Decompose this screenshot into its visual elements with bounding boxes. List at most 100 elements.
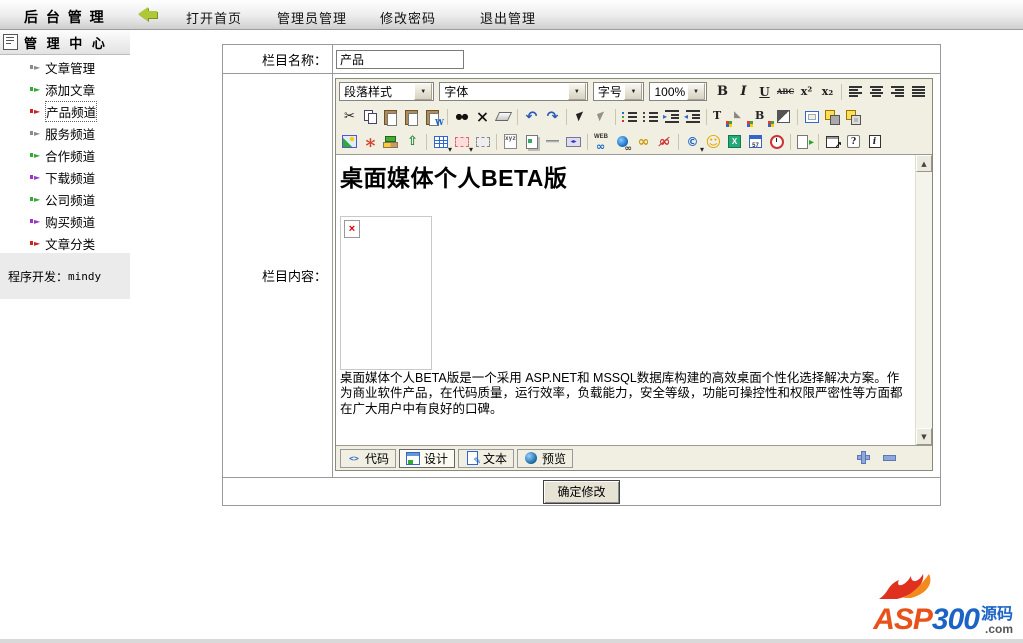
horizontal-rule-icon[interactable] xyxy=(542,133,563,151)
submit-button[interactable]: 确定修改 xyxy=(543,479,620,504)
column-name-row: 栏目名称： xyxy=(223,45,940,74)
insert-calendar-icon[interactable] xyxy=(745,133,766,151)
redo-icon[interactable] xyxy=(542,108,563,126)
insert-image-icon[interactable] xyxy=(339,133,360,151)
insert-document-icon[interactable] xyxy=(521,133,542,151)
superscript-icon[interactable] xyxy=(796,83,817,101)
copyright-icon[interactable] xyxy=(682,133,704,154)
toolbar-separator xyxy=(818,133,819,150)
insert-media-icon[interactable] xyxy=(381,133,402,151)
sidebar-item-purchase-channel[interactable]: 购买频道 xyxy=(0,210,130,232)
red-layer-icon[interactable] xyxy=(451,133,473,154)
menu-change-password[interactable]: 修改密码 xyxy=(380,8,436,27)
chevron-down-icon[interactable] xyxy=(624,83,643,100)
align-left-icon[interactable] xyxy=(845,83,866,101)
back-arrow-icon[interactable] xyxy=(138,7,160,22)
column-content-row: 栏目内容： 段落样式 字体 字号 100% xyxy=(223,74,940,478)
bold-icon[interactable] xyxy=(712,83,733,101)
hyperlink-icon[interactable] xyxy=(612,133,633,154)
font-select[interactable]: 字体 xyxy=(439,82,588,101)
insert-excel-icon[interactable] xyxy=(724,133,745,151)
info-icon[interactable] xyxy=(864,133,885,151)
undo-icon[interactable] xyxy=(521,108,542,126)
toolbar-separator xyxy=(678,133,679,150)
sidebar-item-company-channel[interactable]: 公司频道 xyxy=(0,188,130,210)
menu-admin-management[interactable]: 管理员管理 xyxy=(277,8,347,27)
new-window-icon[interactable] xyxy=(822,133,843,151)
upload-icon[interactable] xyxy=(402,133,423,151)
sidebar-item-cooperation-channel[interactable]: 合作频道 xyxy=(0,144,130,166)
unordered-list-icon[interactable] xyxy=(640,108,661,126)
chevron-down-icon[interactable] xyxy=(687,83,705,100)
broken-image-icon xyxy=(344,220,360,238)
paste-word-icon[interactable]: W xyxy=(423,108,444,127)
align-justify-icon[interactable] xyxy=(908,83,929,101)
find-icon[interactable] xyxy=(451,108,472,126)
column-name-input[interactable] xyxy=(336,49,464,69)
copy-icon[interactable] xyxy=(360,108,381,126)
sidebar-item-article-category[interactable]: 文章分类 xyxy=(0,232,130,254)
broken-image-placeholder[interactable] xyxy=(340,216,432,370)
toolbar-separator xyxy=(426,133,427,150)
contrast-icon[interactable] xyxy=(773,108,794,126)
cut-icon[interactable] xyxy=(339,108,360,126)
insert-clock-icon[interactable] xyxy=(766,133,787,151)
ordered-list-icon[interactable] xyxy=(619,108,640,126)
emoticon-icon[interactable] xyxy=(703,133,724,151)
scroll-up-icon[interactable]: ▲ xyxy=(916,155,932,172)
eraser-icon[interactable] xyxy=(493,108,514,126)
gray-layer-icon[interactable] xyxy=(472,133,493,151)
paragraph-style-select[interactable]: 段落样式 xyxy=(339,82,435,101)
marquee-icon[interactable] xyxy=(563,133,584,151)
align-right-icon[interactable] xyxy=(887,83,908,101)
menu-open-homepage[interactable]: 打开首页 xyxy=(186,8,242,27)
zoom-out-icon[interactable] xyxy=(883,451,896,464)
tab-preview[interactable]: 预览 xyxy=(517,448,574,468)
insert-flash-icon[interactable] xyxy=(360,133,381,151)
scroll-down-icon[interactable]: ▼ xyxy=(916,428,932,445)
sidebar-item-add-article[interactable]: 添加文章 xyxy=(0,78,130,100)
outdent-icon[interactable] xyxy=(682,108,703,126)
paste-icon[interactable] xyxy=(381,108,402,126)
bring-to-front-icon[interactable] xyxy=(822,108,843,126)
web-link-icon[interactable] xyxy=(591,133,612,153)
sidebar-item-article-management[interactable]: 文章管理 xyxy=(0,56,130,78)
chevron-down-icon[interactable] xyxy=(567,83,586,100)
fill-color-icon[interactable] xyxy=(731,108,752,126)
indent-icon[interactable] xyxy=(661,108,682,126)
align-center-icon[interactable] xyxy=(866,83,887,101)
custom-tag-icon[interactable] xyxy=(500,133,521,151)
editable-document[interactable]: 桌面媒体个人BETA版 桌面媒体个人BETA版是一个采用 ASP.NET和 MS… xyxy=(336,155,915,445)
background-color-icon[interactable] xyxy=(752,108,773,126)
paste-text-icon[interactable] xyxy=(402,108,423,126)
zoom-select[interactable]: 100% xyxy=(649,82,707,101)
font-size-select[interactable]: 字号 xyxy=(592,82,645,101)
border-box-icon[interactable] xyxy=(801,108,822,126)
delete-icon[interactable] xyxy=(472,108,493,126)
select-all-icon[interactable] xyxy=(591,108,612,126)
sidebar-item-service-channel[interactable]: 服务频道 xyxy=(0,122,130,144)
export-document-icon[interactable] xyxy=(794,133,815,151)
font-color-icon[interactable] xyxy=(710,108,731,126)
editor-toolbar-row2: W xyxy=(336,104,932,129)
insert-table-icon[interactable] xyxy=(430,133,452,154)
menu-logout[interactable]: 退出管理 xyxy=(480,8,536,27)
rich-text-editor: 段落样式 字体 字号 100% xyxy=(335,78,933,471)
help-icon[interactable] xyxy=(843,133,864,151)
send-to-back-icon[interactable] xyxy=(843,108,864,126)
select-icon[interactable] xyxy=(570,108,591,126)
zoom-in-icon[interactable] xyxy=(857,451,870,464)
strikethrough-icon[interactable] xyxy=(775,83,796,101)
tab-text[interactable]: 文本 xyxy=(458,448,515,468)
sidebar-item-product-channel[interactable]: 产品频道 xyxy=(0,100,130,122)
unlink-icon[interactable] xyxy=(654,133,675,151)
subscript-icon[interactable] xyxy=(817,83,838,101)
tab-design[interactable]: 设计 xyxy=(399,448,456,468)
anchor-link-icon[interactable] xyxy=(633,133,654,151)
chevron-down-icon[interactable] xyxy=(414,83,433,100)
editor-scrollbar[interactable]: ▲ ▼ xyxy=(915,155,932,445)
sidebar-item-download-channel[interactable]: 下载频道 xyxy=(0,166,130,188)
italic-icon[interactable] xyxy=(733,83,754,101)
underline-icon[interactable] xyxy=(754,83,775,101)
tab-code[interactable]: 代码 xyxy=(340,448,397,468)
